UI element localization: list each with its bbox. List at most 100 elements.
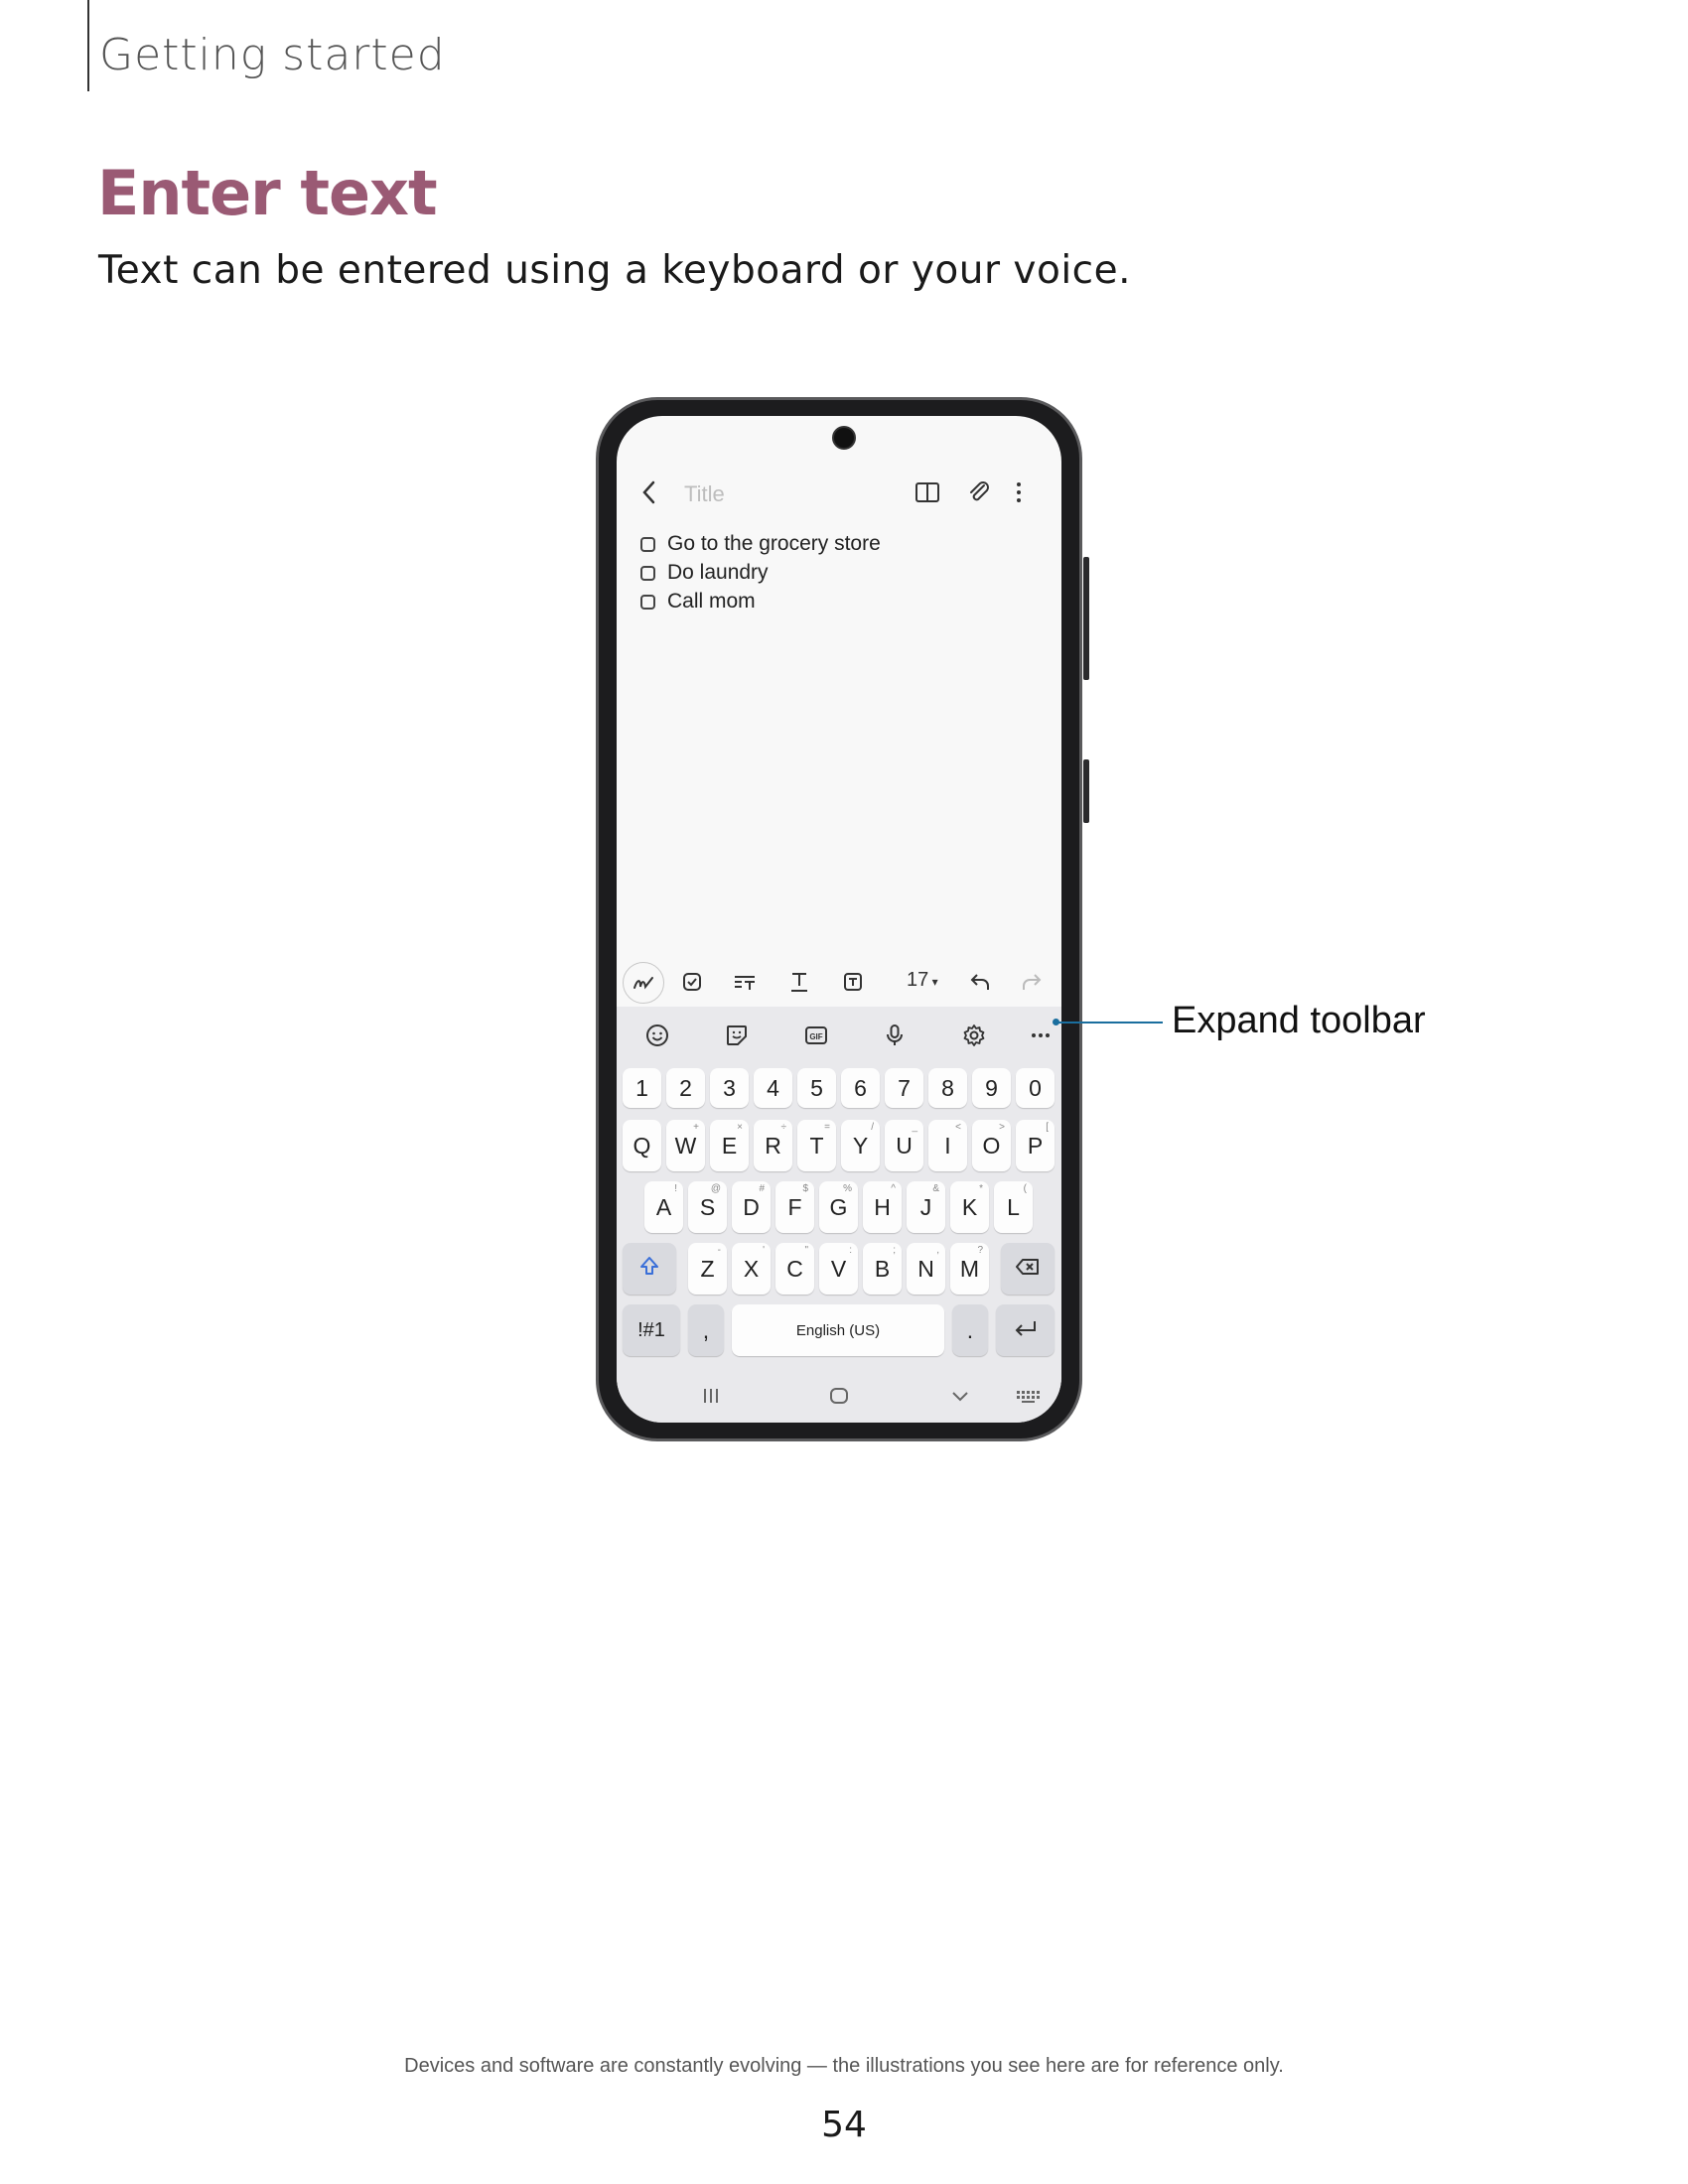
key-4[interactable]: 4	[754, 1068, 792, 1108]
shift-key[interactable]	[623, 1243, 676, 1295]
key-g[interactable]: % G	[819, 1181, 858, 1233]
checkbox[interactable]	[640, 565, 655, 581]
more-options-icon[interactable]	[1015, 479, 1023, 509]
header-rule	[87, 0, 89, 91]
key-9[interactable]: 9	[972, 1068, 1011, 1108]
key-s[interactable]: @ S	[688, 1181, 727, 1233]
checklist-item-text: Go to the grocery store	[667, 532, 881, 555]
checkbox[interactable]	[640, 536, 655, 552]
microphone-icon[interactable]	[880, 1021, 910, 1050]
text-style-icon[interactable]	[727, 964, 763, 1000]
key-p[interactable]: [P	[1016, 1120, 1055, 1171]
recent-apps-icon[interactable]	[702, 1387, 720, 1409]
key-hint: :	[849, 1245, 852, 1256]
key-v[interactable]: :V	[819, 1243, 858, 1295]
backspace-key[interactable]	[1001, 1243, 1055, 1295]
checklist-item[interactable]: Do laundry	[640, 559, 769, 587]
gif-icon[interactable]: GIF	[801, 1021, 831, 1050]
phone-screen: Title Go to the grocery store Do laundry…	[617, 416, 1061, 1423]
key-label: K	[961, 1193, 978, 1220]
text-box-icon[interactable]	[835, 964, 871, 1000]
checklist-item-text: Call mom	[667, 590, 756, 613]
symbols-key[interactable]: !#1	[623, 1304, 680, 1356]
page-heading: Enter text	[97, 157, 438, 229]
home-icon[interactable]	[829, 1387, 849, 1409]
key-j[interactable]: & J	[907, 1181, 945, 1233]
emoji-icon[interactable]	[642, 1021, 672, 1050]
key-w[interactable]: + W	[666, 1120, 705, 1171]
key-r[interactable]: ÷ R	[754, 1120, 792, 1171]
key-a[interactable]: ! A	[644, 1181, 683, 1233]
title-input[interactable]: Title	[684, 481, 725, 507]
sticker-icon[interactable]	[722, 1021, 752, 1050]
volume-button	[1083, 557, 1089, 680]
key-hint: #	[759, 1183, 765, 1194]
key-o[interactable]: > O	[972, 1120, 1011, 1171]
key-label: T	[809, 1132, 824, 1159]
key-label: G	[829, 1193, 848, 1220]
key-label: P	[1027, 1132, 1044, 1159]
key-x[interactable]: ' X	[732, 1243, 771, 1295]
undo-icon[interactable]	[962, 964, 998, 1000]
key-h[interactable]: ^ H	[863, 1181, 902, 1233]
key-q[interactable]: Q	[623, 1120, 661, 1171]
font-size-selector[interactable]: 17 ▾	[907, 969, 938, 992]
reading-mode-icon[interactable]	[914, 480, 940, 508]
key-hint: /	[871, 1122, 874, 1133]
key-hint: "	[804, 1245, 808, 1256]
key-hint: ÷	[780, 1122, 787, 1133]
text-format-icon[interactable]	[781, 964, 817, 1000]
key-k[interactable]: * K	[950, 1181, 989, 1233]
enter-key[interactable]	[996, 1304, 1055, 1356]
key-y[interactable]: / Y	[841, 1120, 880, 1171]
key-hint: !	[674, 1183, 677, 1194]
key-l[interactable]: (L	[994, 1181, 1033, 1233]
key-i[interactable]: < I	[928, 1120, 967, 1171]
key-3[interactable]: 3	[710, 1068, 749, 1108]
key-7[interactable]: 7	[885, 1068, 923, 1108]
key-f[interactable]: $ F	[775, 1181, 814, 1233]
period-key[interactable]: .	[952, 1304, 988, 1356]
key-label: U	[896, 1132, 913, 1159]
front-camera	[832, 426, 856, 450]
checkbox-icon[interactable]	[674, 964, 710, 1000]
enter-arrow-icon	[1013, 1317, 1039, 1344]
settings-gear-icon[interactable]	[959, 1021, 989, 1050]
key-2[interactable]: 2	[666, 1068, 705, 1108]
key-1[interactable]: 1	[623, 1068, 661, 1108]
key-u[interactable]: _ U	[885, 1120, 923, 1171]
back-arrow-icon[interactable]	[640, 479, 658, 509]
key-m[interactable]: ? M	[950, 1243, 989, 1295]
key-hint: <	[955, 1122, 961, 1133]
key-t[interactable]: = T	[797, 1120, 836, 1171]
space-bar[interactable]: English (US)	[732, 1304, 944, 1356]
comma-key[interactable]: ,	[688, 1304, 724, 1356]
key-d[interactable]: # D	[732, 1181, 771, 1233]
keyboard-icon[interactable]	[1016, 1389, 1042, 1408]
key-5[interactable]: 5	[797, 1068, 836, 1108]
key-hint: ^	[891, 1183, 896, 1194]
attach-icon[interactable]	[966, 479, 992, 509]
key-label: N	[917, 1255, 934, 1282]
key-z[interactable]: -Z	[688, 1243, 727, 1295]
key-hint: &	[932, 1183, 939, 1194]
key-8[interactable]: 8	[928, 1068, 967, 1108]
key-c[interactable]: " C	[775, 1243, 814, 1295]
key-e[interactable]: × E	[710, 1120, 749, 1171]
key-label: X	[743, 1255, 760, 1282]
key-0[interactable]: 0	[1016, 1068, 1055, 1108]
page-number: 54	[821, 2105, 867, 2145]
checklist-item[interactable]: Go to the grocery store	[640, 530, 881, 558]
key-hint: $	[802, 1183, 808, 1194]
redo-icon[interactable]	[1014, 964, 1050, 1000]
key-b[interactable]: ; B	[863, 1243, 902, 1295]
key-6[interactable]: 6	[841, 1068, 880, 1108]
hide-keyboard-chevron-icon[interactable]	[950, 1389, 970, 1408]
key-n[interactable]: ,N	[907, 1243, 945, 1295]
handwriting-icon[interactable]	[623, 962, 664, 1004]
key-hint: ,	[936, 1245, 939, 1256]
footer-disclaimer: Devices and software are constantly evol…	[404, 2055, 1284, 2077]
checkbox[interactable]	[640, 594, 655, 610]
checklist-item[interactable]: Call mom	[640, 588, 756, 615]
expand-toolbar-icon[interactable]	[1026, 1021, 1055, 1050]
